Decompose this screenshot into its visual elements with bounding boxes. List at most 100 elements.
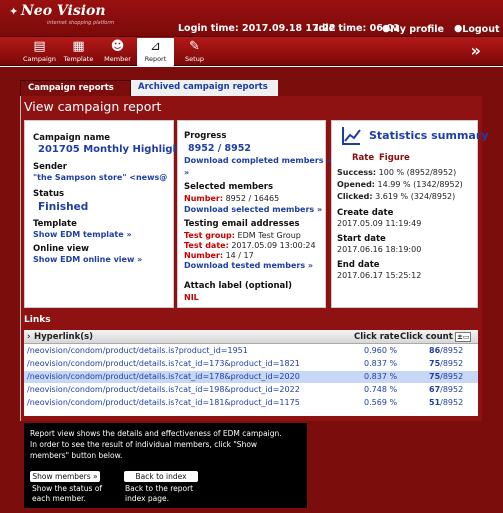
logo-mark-icon: ✦ [9, 5, 19, 18]
links-table: › Hyperlink(s) Click rate Click count ±▭… [24, 330, 478, 416]
logout-label: Logout [462, 24, 500, 35]
link-url[interactable]: /neovision/condom/product/details.is?cat… [27, 371, 300, 383]
show-members-desc-2: each member. [32, 494, 86, 503]
table-row-selected[interactable]: /neovision/condom/product/details.is?cat… [24, 371, 478, 383]
test-date: Test date: 2017.05.09 13:00:24 [184, 241, 316, 250]
expand-arrow-icon[interactable]: › [27, 332, 31, 342]
test-group-label: Test group: [184, 231, 235, 240]
member-icon: ☻ [110, 39, 125, 54]
download-completed-arrow[interactable]: » [184, 168, 189, 177]
stat-clicked: Clicked: 3.619 % (324/8952) [337, 192, 455, 201]
tab-campaign-reports[interactable]: Campaign reports [20, 80, 131, 96]
table-row[interactable]: /neovision/condom/product/details.is?pro… [24, 345, 478, 357]
test-date-value: 2017.05.09 13:00:24 [231, 241, 316, 250]
test-number: Number: 14 / 17 [184, 251, 254, 260]
link-rate: 0.748 % [364, 385, 398, 394]
toolbar-more-button[interactable]: » [471, 41, 481, 60]
main-toolbar: ▤ Campaign ▦ Template ☻ Member ⊿ Report ✎ Set… [0, 36, 503, 66]
toolbar-campaign[interactable]: ▤ Campaign [21, 38, 58, 66]
download-tested-members-link[interactable]: Download tested members » [184, 261, 313, 270]
link-count: 75/8952 [429, 358, 463, 370]
create-date-label: Create date [337, 208, 394, 218]
top-bar: ✦ Neo Vision internet shopping platform … [0, 0, 503, 36]
table-row[interactable]: /neovision/condom/product/details.is?cat… [24, 397, 478, 409]
create-date-value: 2017.05.09 11:19:49 [337, 219, 422, 228]
success-figure: (8952/8952) [406, 168, 457, 177]
toolbar-setup[interactable]: ✎ Setup [176, 38, 213, 66]
page-title: View campaign report [24, 99, 162, 114]
stat-success: Success: 100 % (8952/8952) [337, 168, 456, 177]
col-click-count[interactable]: Click count [400, 332, 453, 342]
figure-header: Figure [379, 153, 410, 163]
logo[interactable]: ✦ Neo Vision internet shopping platform [5, 3, 114, 26]
opened-rate: 14.99 % [377, 180, 411, 189]
toolbar-member[interactable]: ☻ Member [99, 38, 136, 66]
table-row[interactable]: /neovision/condom/product/details.is?cat… [24, 384, 478, 396]
campaign-card: Campaign name 201705 Monthly Highlights … [24, 120, 190, 308]
toolbar-campaign-label: Campaign [22, 55, 56, 63]
sort-icon[interactable]: ±▭ [455, 332, 472, 342]
campaign-name: 201705 Monthly Highlights [38, 144, 191, 155]
link-count-value: 67 [429, 385, 441, 394]
clicked-label: Clicked: [337, 192, 373, 201]
show-members-button[interactable]: Show members » [30, 471, 100, 482]
logout-link[interactable]: ● Logout [454, 23, 500, 35]
test-date-label: Test date: [184, 241, 229, 250]
testing-email-label: Testing email addresses [184, 219, 300, 229]
download-completed-members-link[interactable]: Download completed members » [184, 156, 332, 165]
show-members-desc-1: Show the status of [32, 484, 102, 493]
back-to-index-button[interactable]: Back to index [124, 471, 198, 482]
toolbar-template-label: Template [63, 55, 94, 63]
col-hyperlink[interactable]: Hyperlink(s) [34, 332, 93, 342]
clicked-figure: (324/8952) [410, 192, 456, 201]
toolbar-setup-label: Setup [185, 55, 204, 63]
selected-number-label: Number: [184, 194, 224, 203]
my-profile-label: My profile [390, 24, 445, 35]
help-text-3: members" button below. [30, 451, 123, 460]
download-selected-members-link[interactable]: Download selected members » [184, 205, 322, 214]
tab-strip-fill [278, 80, 482, 96]
online-view-label: Online view [33, 244, 89, 254]
test-number-label: Number: [184, 251, 224, 260]
toolbar-member-label: Member [104, 55, 131, 63]
table-row[interactable]: /neovision/condom/product/details.is?cat… [24, 358, 478, 370]
link-count-value: 75 [429, 372, 441, 381]
link-count: 67/8952 [429, 384, 463, 396]
link-count-total: /8952 [440, 346, 464, 355]
report-tabs: Campaign reports Archived campaign repor… [20, 80, 482, 96]
statistics-title: Statistics summary [369, 129, 489, 142]
login-time: Login time: 2017.09.18 17:22 [178, 23, 336, 34]
start-date-label: Start date [337, 234, 386, 244]
link-url[interactable]: /neovision/condom/product/details.is?pro… [27, 345, 248, 357]
help-text-1: Report view shows the details and effect… [30, 429, 282, 438]
statistics-chart-icon [342, 127, 361, 145]
show-edm-template-link[interactable]: Show EDM template » [33, 230, 132, 239]
link-count: 51/8952 [429, 397, 463, 409]
template-label: Template [33, 219, 77, 229]
toolbar-template[interactable]: ▦ Template [60, 38, 97, 66]
attach-label-value: NIL [184, 293, 199, 302]
clicked-rate: 3.619 % [375, 192, 409, 201]
sender-label: Sender [33, 162, 67, 172]
selected-number: Number: 8952 / 16465 [184, 194, 279, 203]
show-edm-online-view-link[interactable]: Show EDM online view » [33, 255, 142, 264]
col-click-rate[interactable]: Click rate [354, 332, 399, 342]
link-url[interactable]: /neovision/condom/product/details.is?cat… [27, 397, 300, 409]
link-count: 75/8952 [429, 371, 463, 383]
links-title: Links [24, 315, 51, 325]
status-bar: Login time: 2017.09.18 17:22 Idle time: … [178, 22, 503, 36]
link-url[interactable]: /neovision/condom/product/details.is?cat… [27, 384, 300, 396]
back-desc-2: index page. [125, 494, 170, 503]
template-icon: ▦ [72, 39, 85, 54]
link-count-value: 86 [429, 346, 441, 355]
success-rate: 100 % [378, 168, 405, 177]
my-profile-link[interactable]: ● My profile [382, 23, 444, 35]
toolbar-report[interactable]: ⊿ Report [137, 38, 174, 66]
link-count-total: /8952 [440, 385, 464, 394]
link-url[interactable]: /neovision/condom/product/details.is?cat… [27, 358, 300, 370]
link-count: 86/8952 [429, 345, 463, 357]
campaign-icon: ▤ [33, 39, 46, 54]
link-count-total: /8952 [440, 398, 464, 407]
tab-archived-campaign-reports[interactable]: Archived campaign reports [131, 80, 278, 96]
status-value: Finished [38, 201, 89, 213]
